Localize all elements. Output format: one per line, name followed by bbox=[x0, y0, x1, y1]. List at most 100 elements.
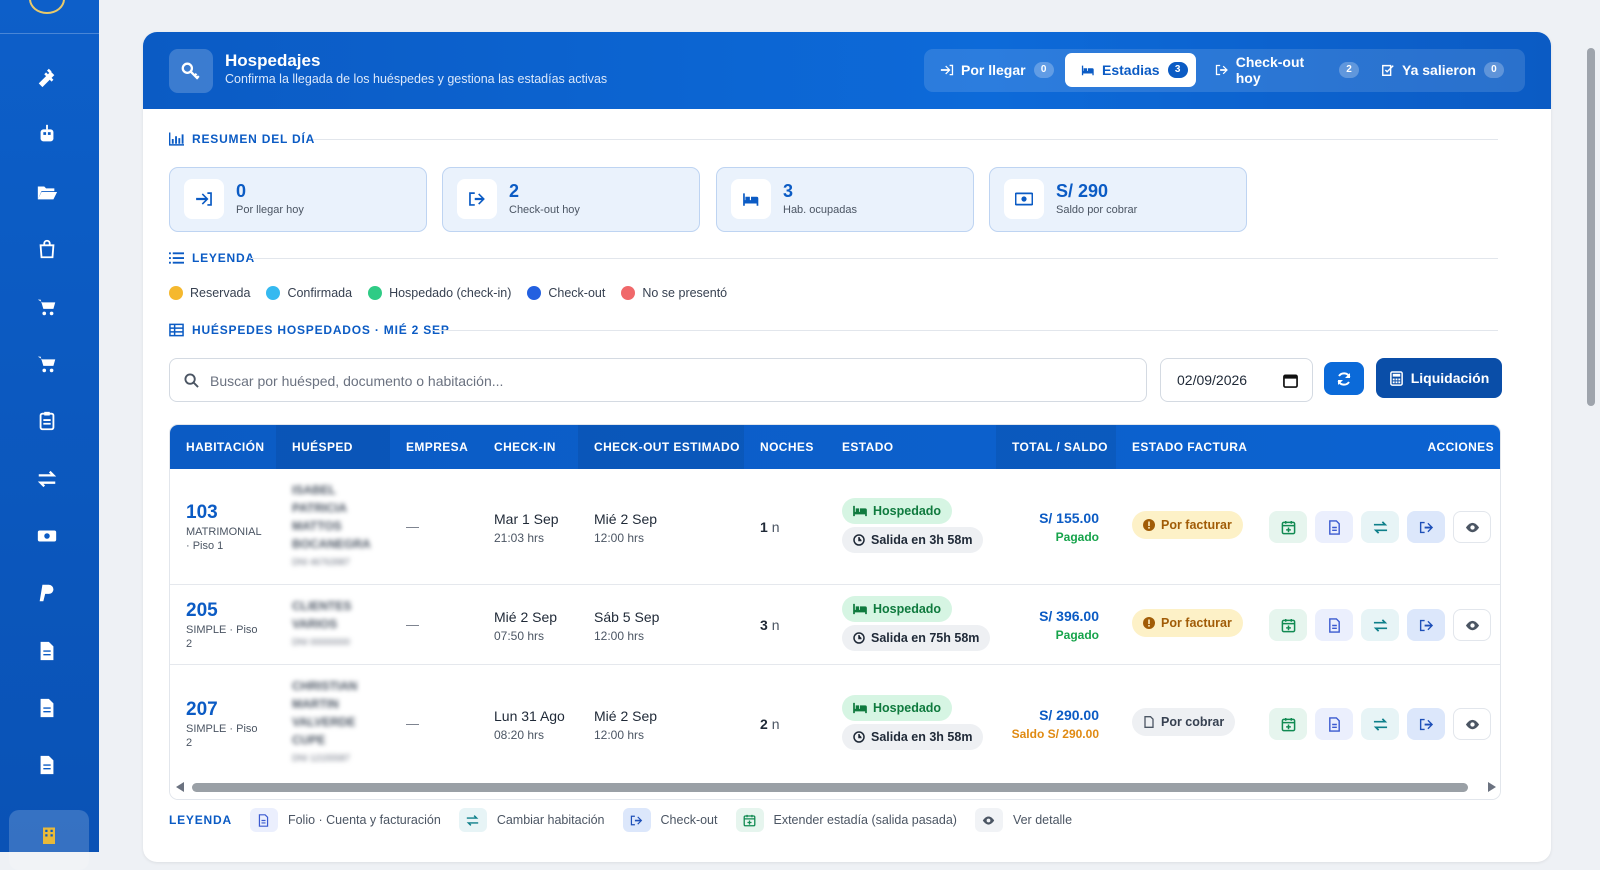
change-room-button[interactable] bbox=[1361, 708, 1399, 740]
status-dot bbox=[266, 286, 281, 300]
check-out-button[interactable] bbox=[1407, 609, 1445, 641]
scroll-left-arrow[interactable] bbox=[176, 782, 184, 792]
legend-item-reservada: Reservada bbox=[169, 286, 250, 300]
tab-check-out-hoy[interactable]: Check-out hoy 2 bbox=[1199, 53, 1359, 87]
eye-icon bbox=[974, 808, 1003, 832]
invoice-badge: Por facturar bbox=[1132, 609, 1243, 637]
calendar-icon[interactable] bbox=[1283, 373, 1298, 388]
clipboard-icon[interactable] bbox=[36, 410, 60, 434]
file-icon[interactable] bbox=[36, 640, 60, 664]
tab-count: 3 bbox=[1167, 62, 1188, 78]
total-amount: S/ 290.00 bbox=[1039, 707, 1099, 723]
folder-open-icon[interactable] bbox=[36, 181, 60, 205]
tab-label: Por llegar bbox=[961, 62, 1026, 78]
tab-count: 0 bbox=[1483, 62, 1504, 78]
folio-button[interactable] bbox=[1315, 511, 1353, 543]
cart-icon[interactable] bbox=[36, 296, 60, 320]
legend-label: Ver detalle bbox=[1012, 813, 1073, 827]
folio-button[interactable] bbox=[1315, 609, 1353, 641]
liquidacion-button[interactable]: Liquidación bbox=[1376, 358, 1502, 398]
guests-title: HUÉSPEDES HOSPEDADOS · MIÉ 2 SEP bbox=[192, 323, 450, 337]
stat-label: Check-out hoy bbox=[509, 204, 580, 216]
checkin-time: 08:20 hrs bbox=[494, 728, 545, 742]
checkin-date: Lun 31 Ago bbox=[494, 708, 565, 724]
room-number[interactable]: 103 bbox=[186, 502, 218, 524]
column-header: CHECK-IN bbox=[494, 440, 556, 454]
bar-chart-icon bbox=[169, 132, 184, 146]
tab-estadias[interactable]: Estadias 3 bbox=[1065, 53, 1196, 87]
search-input[interactable] bbox=[210, 369, 1130, 393]
file-icon bbox=[1144, 716, 1154, 728]
tab-ya-salieron[interactable]: Ya salieron 0 bbox=[1365, 53, 1519, 87]
check-out-button[interactable] bbox=[1407, 511, 1445, 543]
room-number[interactable]: 205 bbox=[186, 600, 218, 622]
search-icon bbox=[184, 373, 199, 388]
cart-icon[interactable] bbox=[36, 353, 60, 377]
status-badge: Hospedado bbox=[842, 596, 953, 622]
room-number[interactable]: 207 bbox=[186, 699, 218, 721]
footer-legend-title: LEYENDA bbox=[169, 813, 232, 827]
folio-button[interactable] bbox=[1315, 708, 1353, 740]
sidebar-item-hotel[interactable] bbox=[9, 810, 89, 870]
summary-heading: RESUMEN DEL DÍA bbox=[169, 132, 315, 146]
exit-countdown: Salida en 75h 58m bbox=[842, 625, 991, 651]
extend-stay-button[interactable] bbox=[1269, 511, 1307, 543]
tools-icon[interactable] bbox=[36, 66, 60, 90]
extend-stay-button[interactable] bbox=[1269, 609, 1307, 641]
scroll-right-arrow[interactable] bbox=[1488, 782, 1496, 792]
scrollbar-thumb[interactable] bbox=[192, 783, 1468, 792]
page-scrollbar-thumb[interactable] bbox=[1587, 48, 1595, 406]
file-icon[interactable] bbox=[36, 754, 60, 778]
view-tabs: Por llegar 0 Estadias 3 Check-out hoy 2 Ya … bbox=[924, 49, 1525, 92]
view-detail-button[interactable] bbox=[1453, 511, 1491, 543]
stat-card-check-out: 2 Check-out hoy bbox=[442, 167, 700, 232]
robot-icon[interactable] bbox=[36, 123, 60, 147]
money-icon bbox=[1004, 179, 1044, 219]
legend-item-ver-detalle: Ver detalle bbox=[974, 808, 1073, 832]
nights: 3 n bbox=[760, 617, 780, 633]
total-amount: S/ 155.00 bbox=[1039, 510, 1099, 526]
checkout-time: 12:00 hrs bbox=[594, 531, 645, 545]
view-detail-button[interactable] bbox=[1453, 708, 1491, 740]
exit-icon bbox=[1419, 521, 1433, 533]
shopping-bag-icon[interactable] bbox=[36, 238, 60, 262]
bed-icon bbox=[731, 179, 771, 219]
calendar-plus-icon bbox=[1281, 717, 1295, 731]
bed-icon bbox=[853, 505, 867, 517]
checkin-date: Mar 1 Sep bbox=[494, 511, 559, 527]
bed-icon bbox=[853, 702, 867, 714]
tab-count: 2 bbox=[1339, 62, 1359, 78]
divider bbox=[251, 258, 1498, 259]
balance-status: Saldo S/ 290.00 bbox=[1011, 727, 1099, 741]
tab-count: 0 bbox=[1033, 62, 1054, 78]
invoice-badge: Por cobrar bbox=[1132, 708, 1236, 736]
date-value: 02/09/2026 bbox=[1177, 372, 1248, 388]
file-icon[interactable] bbox=[36, 697, 60, 721]
balance-status: Pagado bbox=[1055, 530, 1099, 544]
view-detail-button[interactable] bbox=[1453, 609, 1491, 641]
change-room-button[interactable] bbox=[1361, 609, 1399, 641]
actions-legend: LEYENDA Folio · Cuenta y facturación Cam… bbox=[169, 808, 1090, 832]
date-picker[interactable]: 02/09/2026 bbox=[1160, 358, 1313, 402]
change-room-button[interactable] bbox=[1361, 511, 1399, 543]
check-out-button[interactable] bbox=[1407, 708, 1445, 740]
nights: 2 n bbox=[760, 716, 780, 732]
exit-countdown: Salida en 3h 58m bbox=[842, 527, 984, 553]
total-amount: S/ 396.00 bbox=[1039, 608, 1099, 624]
legend-label: Hospedado (check-in) bbox=[389, 286, 512, 300]
column-header: NOCHES bbox=[760, 440, 814, 454]
divider bbox=[313, 139, 1498, 140]
extend-stay-button[interactable] bbox=[1269, 708, 1307, 740]
money-icon[interactable] bbox=[36, 525, 60, 549]
guest-name: CHRISTIAN MARTIN VALVERDE CUPE DNI 121555… bbox=[292, 679, 358, 763]
room-type: MATRIMONIAL · Piso 1 bbox=[186, 526, 262, 552]
column-header: TOTAL / SALDO bbox=[1012, 440, 1108, 454]
tab-por-llegar[interactable]: Por llegar 0 bbox=[924, 53, 1064, 87]
invoice-badge: Por facturar bbox=[1132, 511, 1243, 539]
table-horizontal-scrollbar[interactable] bbox=[170, 777, 1500, 799]
legend-title: LEYENDA bbox=[192, 251, 255, 265]
paypal-icon[interactable] bbox=[36, 582, 60, 606]
status-dot bbox=[621, 286, 636, 300]
refresh-button[interactable] bbox=[1324, 362, 1364, 395]
swap-icon[interactable] bbox=[36, 468, 60, 492]
